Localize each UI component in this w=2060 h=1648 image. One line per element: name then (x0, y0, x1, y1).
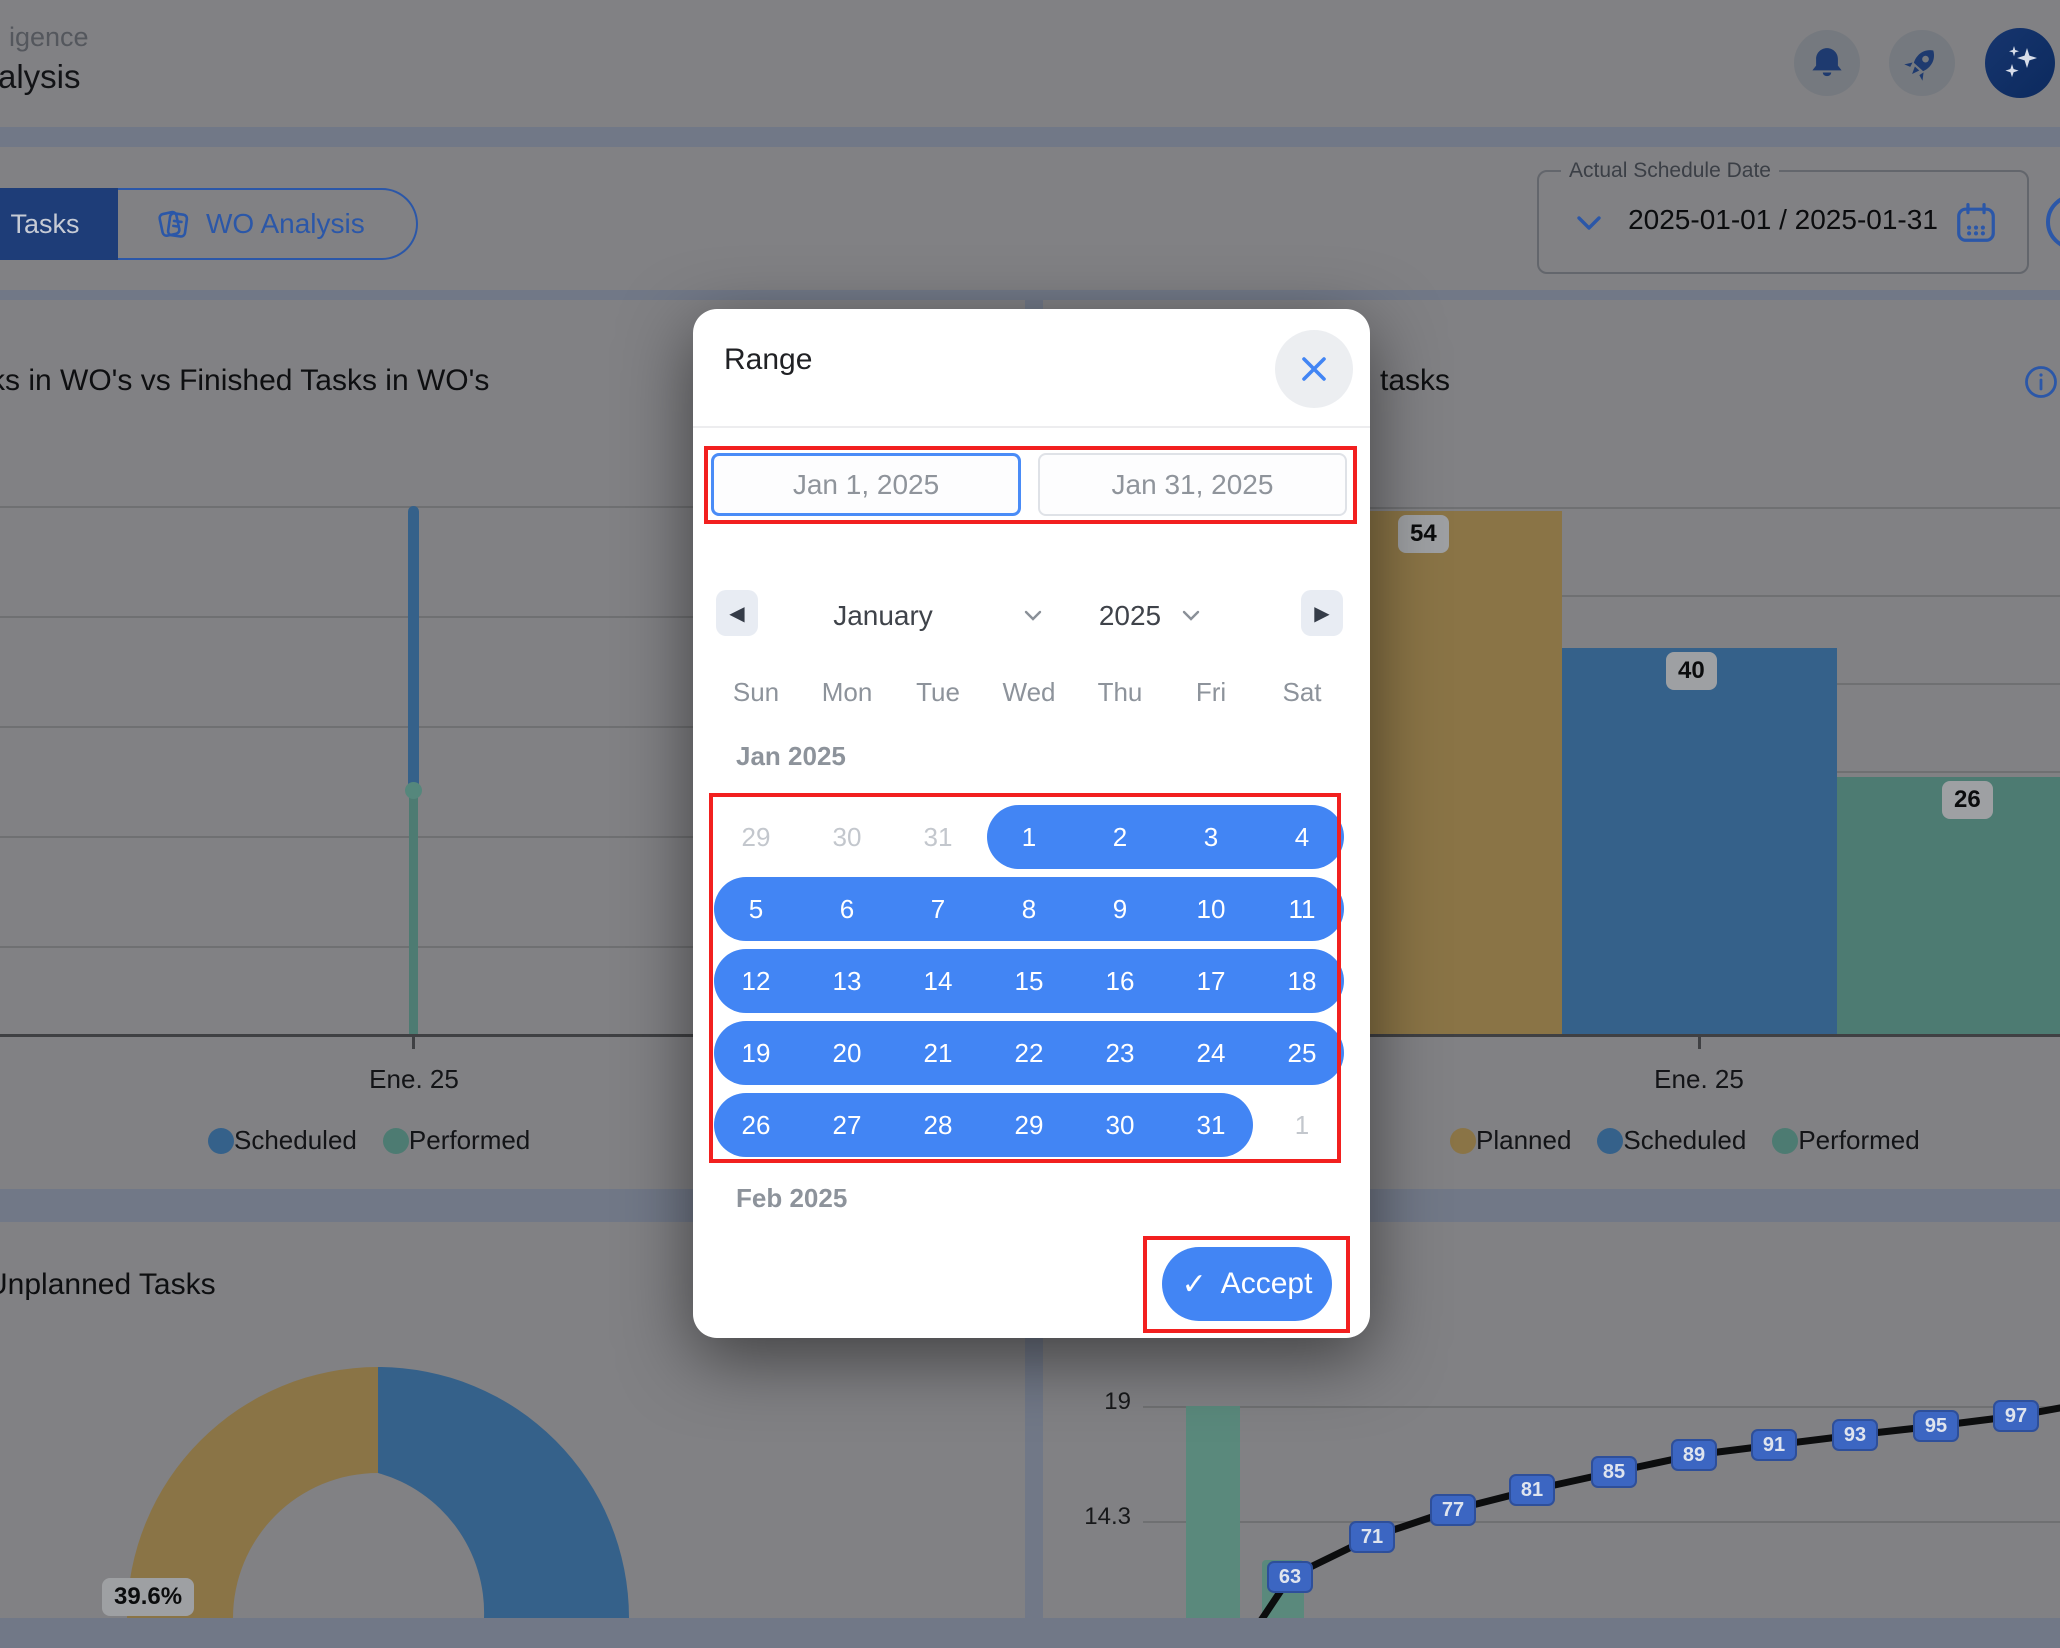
legend-dot (208, 1128, 234, 1154)
weekday-mon: Mon (805, 677, 889, 708)
legend-item-performed[interactable]: Performed (1772, 1125, 1919, 1156)
next-month-section-label: Feb 2025 (736, 1183, 847, 1214)
legend: Planned Scheduled Performed (1450, 1125, 1946, 1156)
month-select[interactable]: January (803, 600, 963, 632)
legend-dot (1772, 1128, 1798, 1154)
app-screen: igence alysis Tasks (0, 0, 2060, 1648)
year-select[interactable]: 2025 (1085, 600, 1175, 632)
legend-item-planned[interactable]: Planned (1450, 1125, 1571, 1156)
performed-bar (409, 786, 418, 1034)
card-title: ks in WO's vs Finished Tasks in WO's (0, 364, 489, 398)
calendar-icon[interactable] (1953, 200, 1999, 246)
legend-label: Scheduled (234, 1125, 357, 1156)
annotation-box-inputs (704, 446, 1357, 524)
arrow-right-icon: ▶ (1314, 601, 1329, 626)
arrow-left-icon: ◀ (729, 601, 744, 626)
progress-marker-71: 71 (1349, 1521, 1395, 1553)
info-icon[interactable] (2023, 364, 2059, 400)
sparkles-icon (1997, 40, 2043, 86)
month-chevron-icon[interactable] (1023, 609, 1043, 623)
weekday-sat: Sat (1260, 677, 1344, 708)
weekday-thu: Thu (1078, 677, 1162, 708)
planned-value-chip: 54 (1398, 515, 1449, 553)
scheduled-bar (408, 506, 419, 786)
performed-value-chip: 26 (1942, 781, 1993, 819)
ai-assistant-button[interactable] (1985, 28, 2055, 98)
clipped-icon (2046, 194, 2060, 250)
legend: Scheduled Performed (208, 1125, 556, 1156)
scheduled-bar (1562, 648, 1837, 1034)
year-select-value: 2025 (1099, 600, 1161, 631)
legend-dot (1450, 1128, 1476, 1154)
card-title: tasks (1380, 364, 1450, 398)
previous-month-button[interactable]: ◀ (716, 590, 758, 636)
weekday-sun: Sun (714, 677, 798, 708)
brand-text: igence (9, 22, 89, 53)
legend-item-performed[interactable]: Performed (383, 1125, 530, 1156)
progress-marker-85: 85 (1591, 1456, 1637, 1488)
next-month-button[interactable]: ▶ (1301, 590, 1343, 636)
page-title: alysis (0, 58, 81, 96)
legend-label: Performed (409, 1125, 530, 1156)
close-button[interactable] (1275, 330, 1353, 408)
annotation-box-accept (1143, 1236, 1350, 1333)
close-icon (1297, 352, 1331, 386)
month-section-label: Jan 2025 (736, 741, 846, 772)
bell-icon (1809, 45, 1845, 81)
tab-tasks[interactable]: Tasks (0, 188, 118, 260)
legend-label: Scheduled (1623, 1125, 1746, 1156)
toolbar: Tasks WO Analysis Actual Schedule Date 2… (0, 147, 2060, 290)
x-axis-label: Ene. 25 (369, 1064, 459, 1095)
progress-marker-81: 81 (1509, 1474, 1555, 1506)
planned-bar (1340, 511, 1562, 1034)
progress-marker-77: 77 (1430, 1494, 1476, 1526)
actual-schedule-date-field[interactable]: Actual Schedule Date 2025-01-01 / 2025-0… (1537, 170, 2029, 274)
wo-analysis-icon (152, 204, 192, 244)
header-separator (0, 127, 2060, 147)
donut-percentage-chip: 39.6% (102, 1578, 194, 1616)
scheduled-value-chip: 40 (1666, 652, 1717, 690)
performed-point (405, 782, 422, 799)
notifications-button[interactable] (1794, 30, 1860, 96)
legend-dot (383, 1128, 409, 1154)
progress-marker-89: 89 (1671, 1439, 1717, 1471)
weekday-wed: Wed (987, 677, 1071, 708)
legend-item-scheduled[interactable]: Scheduled (1597, 1125, 1746, 1156)
modal-title: Range (724, 343, 812, 377)
legend-label: Performed (1798, 1125, 1919, 1156)
weekday-fri: Fri (1169, 677, 1253, 708)
tab-wo-analysis[interactable]: WO Analysis (118, 188, 418, 260)
progress-marker-95: 95 (1913, 1410, 1959, 1442)
progress-marker-63: 63 (1267, 1561, 1313, 1593)
tab-wo-analysis-label: WO Analysis (206, 208, 365, 240)
legend-dot (1597, 1128, 1623, 1154)
x-axis-label: Ene. 25 (1654, 1064, 1744, 1095)
progress-marker-93: 93 (1832, 1419, 1878, 1451)
progress-marker-97: 97 (1993, 1400, 2039, 1432)
tab-tasks-label: Tasks (10, 209, 79, 240)
month-select-value: January (833, 600, 933, 631)
header-bar: igence alysis (0, 0, 2060, 127)
annotation-box-calendar (709, 793, 1341, 1163)
legend-item-scheduled[interactable]: Scheduled (208, 1125, 357, 1156)
weekday-tue: Tue (896, 677, 980, 708)
year-chevron-icon[interactable] (1181, 609, 1201, 623)
progress-marker-91: 91 (1751, 1429, 1797, 1461)
actual-schedule-date-label: Actual Schedule Date (1561, 159, 1779, 183)
rocket-button[interactable] (1889, 30, 1955, 96)
rocket-icon (1903, 44, 1941, 82)
legend-label: Planned (1476, 1125, 1571, 1156)
